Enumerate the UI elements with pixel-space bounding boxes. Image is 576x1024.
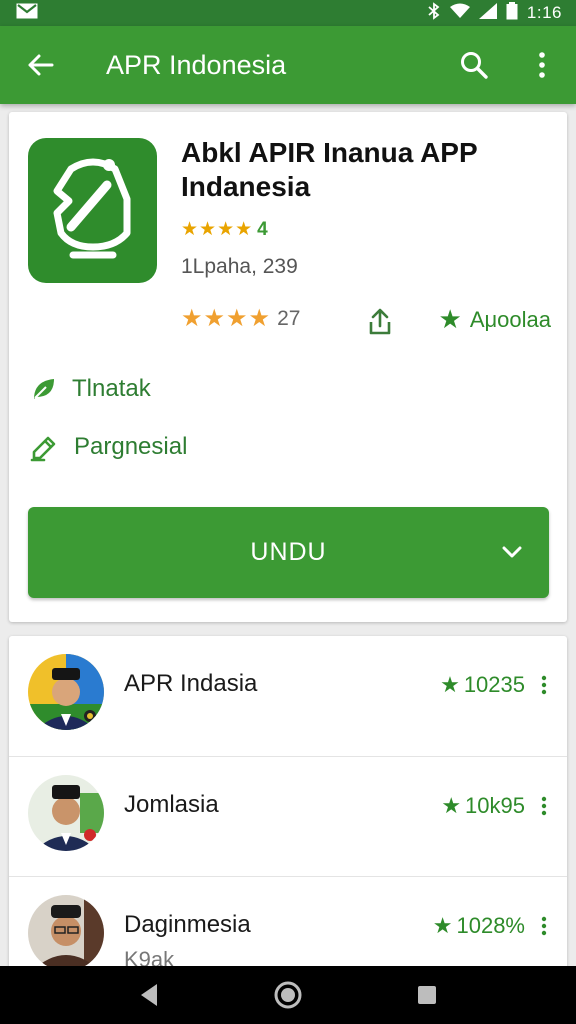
clock: 1:16 xyxy=(526,3,562,22)
install-button-label: UNDU xyxy=(250,538,327,566)
editor-badge[interactable]: ★ Aμοolaa xyxy=(439,304,552,335)
list-item[interactable]: APR Indasia ★ 10235 xyxy=(9,636,567,756)
nav-recents-button[interactable] xyxy=(407,975,447,1015)
chevron-down-icon[interactable] xyxy=(497,537,527,567)
list-item-score-value: 1028% xyxy=(456,913,525,938)
avatar xyxy=(28,654,104,730)
feature-label: Pargnesial xyxy=(74,433,188,460)
star-rating-icon: ★★★★ xyxy=(181,219,254,240)
stats-row: ★★★★ 27 ★ Aμοolaa xyxy=(181,304,551,338)
rating: ★★★★ 27 xyxy=(181,304,300,333)
related-apps-list: APR Indasia ★ 10235 Jomlasia ★ 10k95 Dag… xyxy=(9,636,567,976)
signal-icon xyxy=(478,2,497,24)
bluetooth-icon xyxy=(427,1,441,25)
nav-back-button[interactable] xyxy=(129,975,169,1015)
small-rating: ★★★★ 4 xyxy=(181,218,268,241)
list-item-score: ★ 10k95 xyxy=(441,793,525,819)
nav-home-button[interactable] xyxy=(268,975,308,1015)
vertical-dots-icon xyxy=(539,52,545,78)
list-item-menu-button[interactable] xyxy=(535,670,553,700)
list-item-title: Daginmesia xyxy=(124,911,251,938)
app-bar: APR Indonesia xyxy=(0,26,576,104)
square-recents-icon xyxy=(417,986,436,1004)
vertical-dots-icon xyxy=(541,675,547,695)
list-item[interactable]: Daginmesia K9ak ★ 1028% xyxy=(9,876,567,976)
app-logo-icon xyxy=(53,158,130,258)
avatar xyxy=(28,895,104,971)
triangle-back-icon xyxy=(141,984,158,1006)
list-item-menu-button[interactable] xyxy=(535,911,553,941)
avatar xyxy=(28,775,104,851)
back-button[interactable] xyxy=(0,26,80,104)
star-icon: ★ xyxy=(438,304,462,334)
app-detail-card: Abkl APIR Inanua APP Indanesia ★★★★ 4 1L… xyxy=(9,112,567,622)
circle-home-icon xyxy=(274,981,302,1009)
status-bar: 1:16 xyxy=(0,0,576,26)
arrow-left-icon xyxy=(28,54,54,76)
list-item[interactable]: Jomlasia ★ 10k95 xyxy=(9,756,567,876)
app-name: Abkl APIR Inanua APP Indanesia xyxy=(181,137,478,202)
vertical-dots-icon xyxy=(541,916,547,936)
share-icon xyxy=(369,308,391,335)
list-item-score-value: 10235 xyxy=(463,672,525,697)
list-item-score: ★ 10235 xyxy=(440,672,525,698)
install-button[interactable]: UNDU xyxy=(28,507,549,598)
badge-label: Aμοolaa xyxy=(469,306,551,332)
leaf-icon xyxy=(34,379,54,399)
battery-icon xyxy=(506,1,518,25)
feature-item[interactable]: Tlnatak xyxy=(30,375,151,403)
wifi-icon xyxy=(449,3,470,24)
search-icon xyxy=(461,52,488,79)
list-item-title: APR Indasia xyxy=(124,670,258,697)
list-item-score-value: 10k95 xyxy=(465,793,525,818)
star-icon: ★ xyxy=(440,672,460,697)
overflow-menu-button[interactable] xyxy=(508,26,576,104)
status-icons: 1:16 xyxy=(427,1,562,25)
page-title: APR Indonesia xyxy=(106,49,287,80)
list-item-menu-button[interactable] xyxy=(535,791,553,821)
feature-label: Tlnatak xyxy=(72,375,151,402)
rating-count: 27 xyxy=(277,306,301,330)
share-button[interactable] xyxy=(365,304,395,338)
star-rating-icon: ★★★★ xyxy=(181,305,272,332)
star-icon: ★ xyxy=(432,913,453,938)
system-nav-bar xyxy=(0,966,576,1024)
screen: 1:16 APR Indonesia Abkl APIR Inanua APP … xyxy=(0,0,576,1024)
app-meta: 1Lpaha, 239 xyxy=(181,255,298,278)
pen-edit-icon xyxy=(30,436,56,462)
star-icon: ★ xyxy=(441,793,462,818)
gmail-notification-icon xyxy=(16,3,38,24)
app-icon xyxy=(28,138,157,283)
list-item-score: ★ 1028% xyxy=(433,913,525,939)
small-rating-value: 4 xyxy=(257,218,268,240)
list-item-title: Jomlasia xyxy=(124,791,219,818)
feature-item[interactable]: Pargnesial xyxy=(30,432,187,462)
search-button[interactable] xyxy=(440,26,508,104)
vertical-dots-icon xyxy=(541,796,547,816)
